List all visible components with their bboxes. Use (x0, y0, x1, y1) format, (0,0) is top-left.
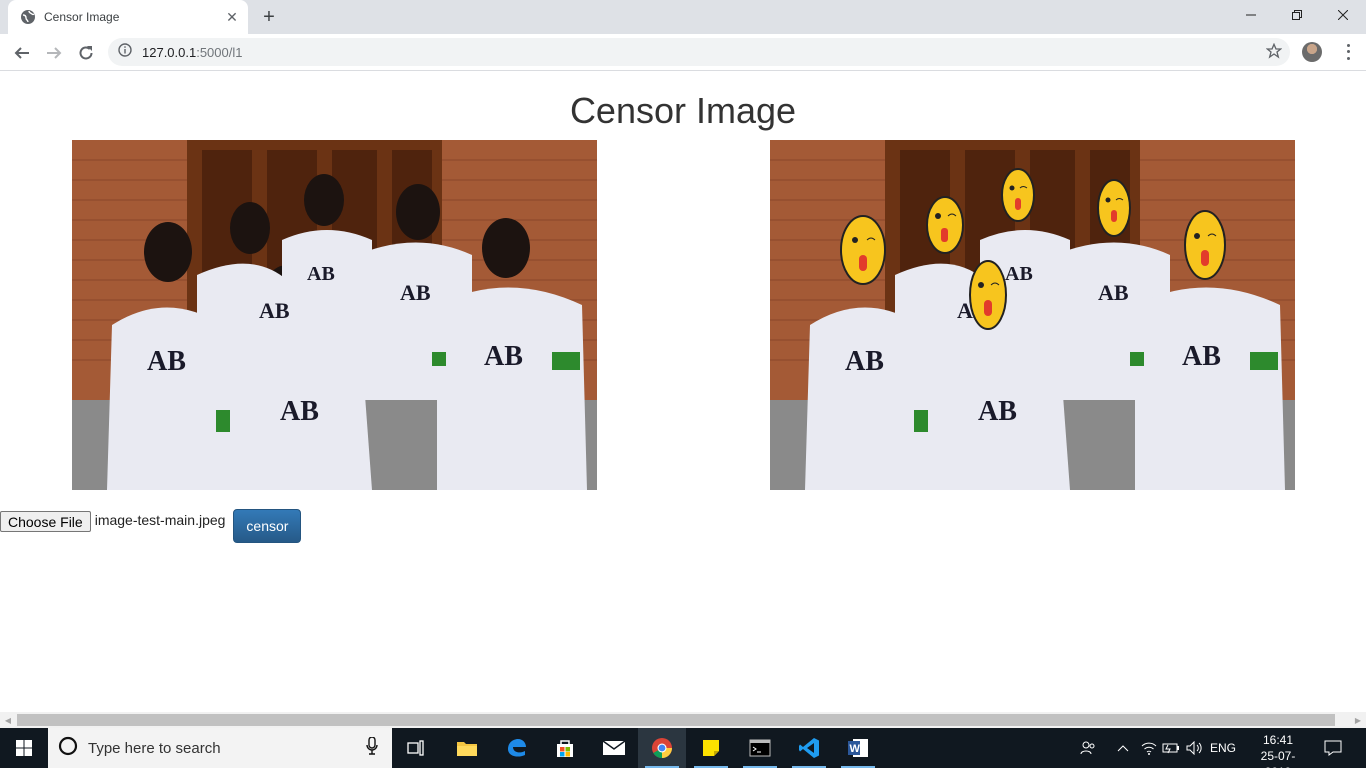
minimize-icon[interactable] (1228, 0, 1274, 30)
command-prompt-icon[interactable] (736, 728, 784, 768)
browser-tab[interactable]: Censor Image ✕ (8, 0, 248, 34)
info-icon[interactable] (118, 42, 132, 62)
svg-text:AB: AB (1098, 280, 1129, 305)
microphone-icon[interactable] (366, 735, 378, 760)
vscode-icon[interactable] (785, 728, 833, 768)
svg-text:AB: AB (978, 396, 1017, 427)
clock-date: 25-07-2019 (1260, 749, 1296, 779)
restore-icon[interactable] (1274, 0, 1320, 30)
selected-file-name: image-test-main.jpeg (94, 512, 226, 528)
mail-icon[interactable] (590, 728, 638, 768)
svg-text:AB: AB (484, 341, 523, 372)
svg-text:W: W (850, 743, 861, 755)
windows-taskbar: Type here to search W ENG 16:41 25-07-20… (0, 728, 1366, 779)
more-menu-icon[interactable] (1340, 42, 1356, 62)
tab-title: Censor Image (44, 10, 120, 24)
windows-start-icon[interactable] (0, 728, 48, 768)
svg-text:AB: AB (1005, 263, 1033, 285)
upload-form: Choose File image-test-main.jpeg censor (0, 509, 302, 543)
word-icon[interactable]: W (834, 728, 882, 768)
wifi-icon[interactable] (1138, 728, 1160, 768)
svg-text:AB: AB (307, 263, 335, 285)
url-host: 127.0.0.1 (142, 44, 197, 60)
svg-text:AB: AB (259, 298, 290, 323)
tab-strip: Censor Image ✕ + (0, 0, 1366, 34)
censored-image: ABABABABABAB (770, 140, 1295, 490)
svg-text:AB: AB (400, 280, 431, 305)
chrome-icon[interactable] (638, 728, 686, 768)
action-center-icon[interactable] (1320, 728, 1346, 768)
forward-arrow-icon[interactable] (40, 39, 68, 67)
scroll-left-icon[interactable]: ◀ (0, 712, 16, 728)
store-icon[interactable] (541, 728, 589, 768)
taskbar-clock[interactable]: 16:41 25-07-2019 (1250, 732, 1306, 780)
edge-icon[interactable] (492, 728, 540, 768)
chevron-up-icon[interactable] (1112, 728, 1134, 768)
profile-avatar[interactable] (1302, 42, 1322, 62)
original-image: AB AB AB AB AB AB (72, 140, 597, 490)
file-explorer-icon[interactable] (443, 728, 491, 768)
task-view-icon[interactable] (392, 728, 440, 768)
horizontal-scrollbar[interactable]: ◀ ▶ (0, 712, 1366, 728)
clock-time: 16:41 (1262, 733, 1294, 747)
globe-icon (20, 9, 36, 25)
url-path: :5000/l1 (196, 44, 243, 60)
people-icon[interactable] (1076, 728, 1100, 768)
sticky-notes-icon[interactable] (687, 728, 735, 768)
scroll-right-icon[interactable]: ▶ (1350, 712, 1366, 728)
close-tab-icon[interactable]: ✕ (224, 9, 240, 25)
volume-icon[interactable] (1184, 728, 1206, 768)
search-placeholder: Type here to search (88, 739, 221, 757)
reload-icon[interactable] (72, 39, 100, 67)
close-window-icon[interactable] (1320, 0, 1366, 30)
svg-text:AB: AB (280, 396, 319, 427)
page-content: Censor Image AB AB AB AB AB AB AB AB AB … (0, 71, 1366, 712)
language-indicator[interactable]: ENG (1208, 728, 1238, 768)
svg-text:AB: AB (1182, 341, 1221, 372)
page-title: Censor Image (569, 90, 797, 131)
browser-toolbar: 127.0.0.1:5000/l1 (0, 34, 1366, 71)
censor-button[interactable]: censor (233, 509, 302, 543)
taskbar-search[interactable]: Type here to search (48, 728, 392, 768)
svg-text:AB: AB (845, 346, 884, 377)
back-arrow-icon[interactable] (8, 39, 36, 67)
svg-text:AB: AB (147, 346, 186, 377)
address-bar[interactable]: 127.0.0.1:5000/l1 (108, 38, 1290, 66)
choose-file-button[interactable]: Choose File (0, 511, 91, 532)
window-controls (1228, 0, 1366, 30)
bookmark-star-icon[interactable] (1265, 42, 1283, 64)
cortana-circle-icon (58, 736, 78, 761)
scrollbar-thumb[interactable] (17, 714, 1335, 726)
battery-icon[interactable] (1160, 728, 1182, 768)
new-tab-icon[interactable]: + (258, 6, 280, 28)
